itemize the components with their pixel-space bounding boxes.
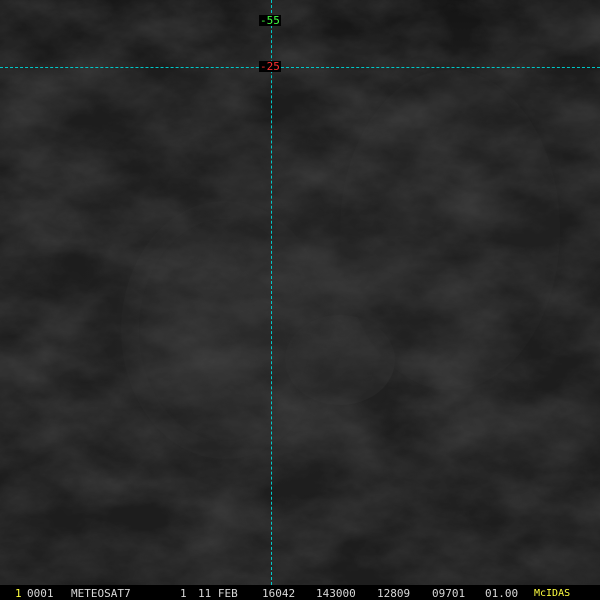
longitude-grid-line xyxy=(271,0,272,585)
grid-label-latitude: -25 xyxy=(259,60,281,73)
grid-label-top: -55 xyxy=(259,14,281,27)
image-date: 11 FEB xyxy=(198,587,238,600)
satellite-viewer: -55 -25 1 0001 METEOSAT7 1 11 FEB 16042 … xyxy=(0,0,600,600)
area-number: 0001 xyxy=(27,587,54,600)
julian-day: 16042 xyxy=(262,587,296,600)
nav-code: 09701 xyxy=(432,587,466,600)
latitude-grid-line xyxy=(0,67,600,68)
resolution: 01.00 xyxy=(485,587,519,600)
image-time: 143000 xyxy=(316,587,356,600)
band-number: 1 xyxy=(180,587,187,600)
ssec-code: 12809 xyxy=(377,587,411,600)
software-label: McIDAS xyxy=(534,588,571,599)
satellite-image xyxy=(0,0,600,600)
satellite-name: METEOSAT7 xyxy=(71,587,131,600)
frame-number: 1 xyxy=(15,587,22,600)
status-bar: 1 0001 METEOSAT7 1 11 FEB 16042 143000 1… xyxy=(0,585,600,600)
